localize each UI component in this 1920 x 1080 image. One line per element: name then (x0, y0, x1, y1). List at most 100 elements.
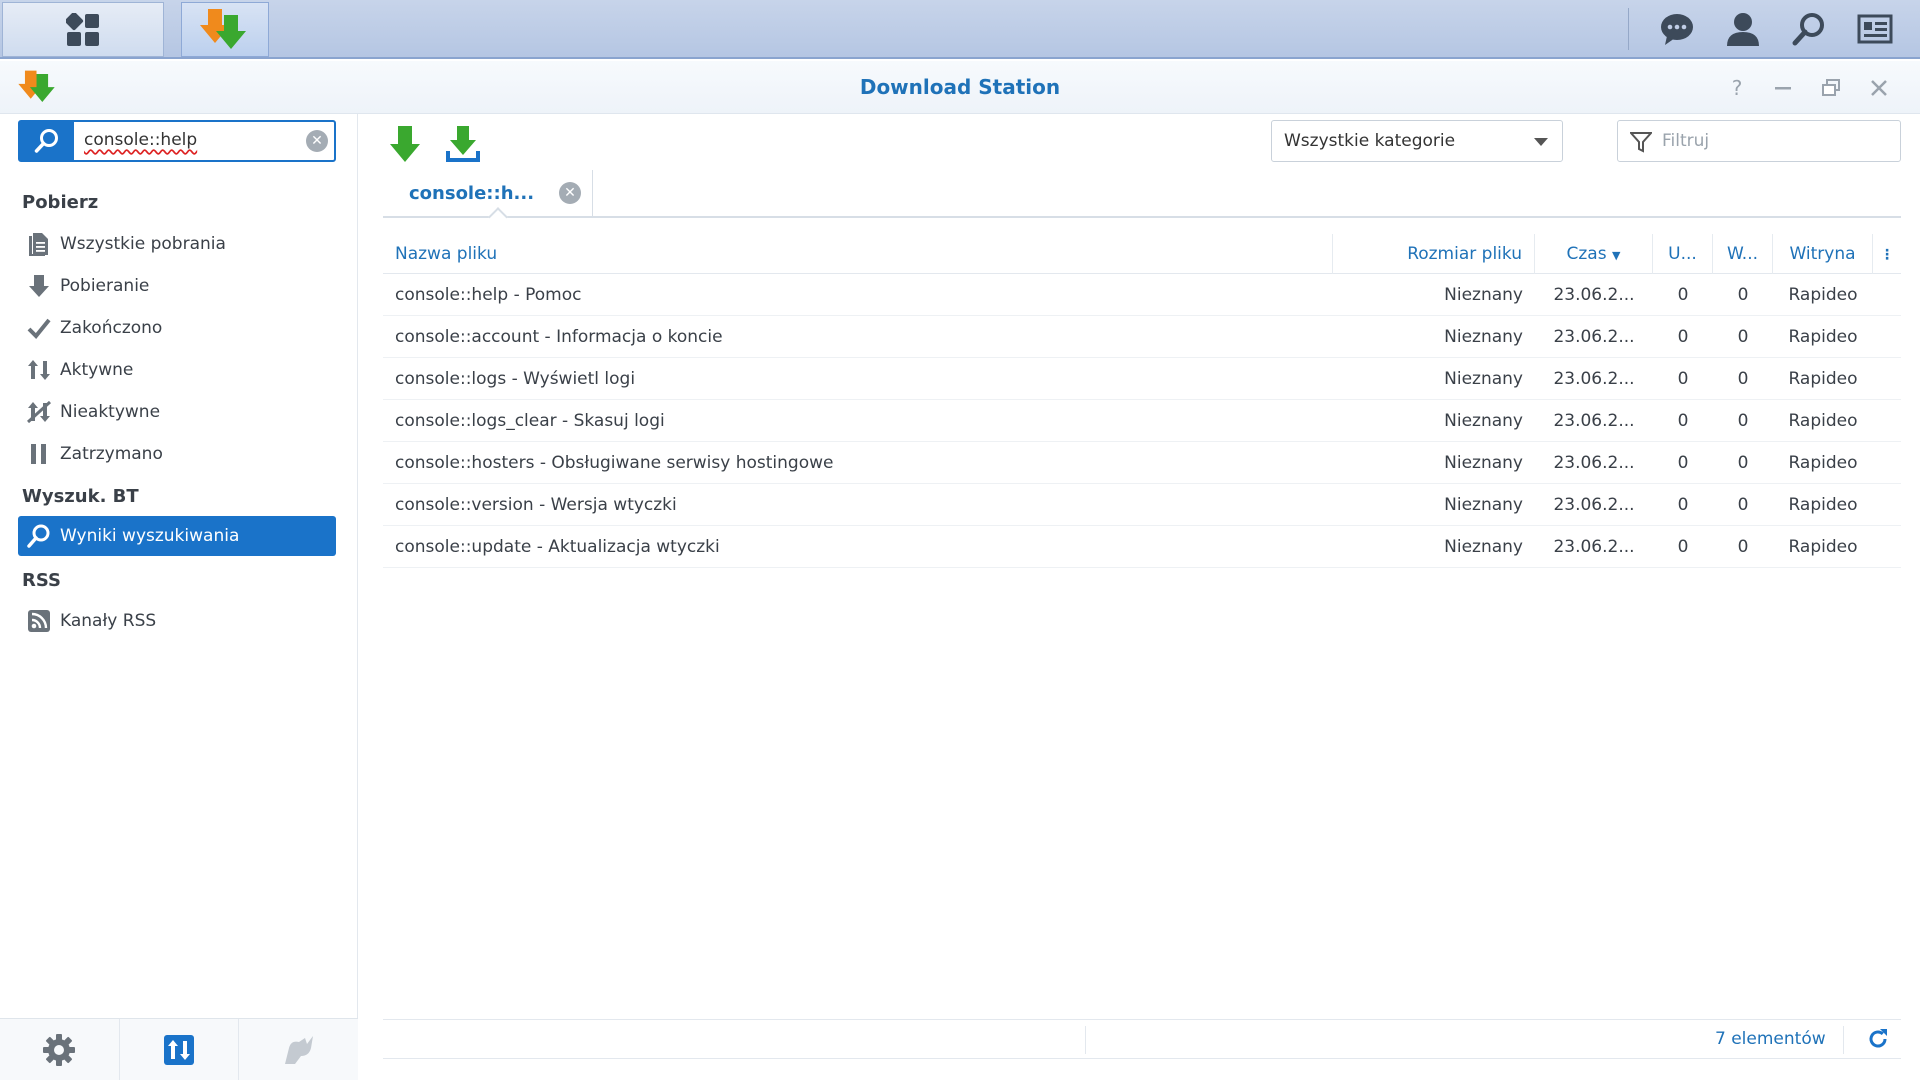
nav-label: Zatrzymano (60, 444, 163, 464)
window-header: Download Station ? (0, 61, 1920, 114)
tab-close-button[interactable]: ✕ (559, 182, 581, 204)
cell-site: Rapideo (1788, 495, 1858, 515)
cell-u: 0 (1677, 327, 1689, 347)
cell-w: 0 (1737, 285, 1749, 305)
nav-paused[interactable]: Zatrzymano (18, 434, 336, 474)
section-bt-search: Wyszuk. BT (22, 486, 139, 507)
add-download-button[interactable] (383, 122, 427, 166)
taskbar-download-station[interactable] (181, 2, 269, 57)
section-download: Pobierz (22, 192, 99, 213)
download-tray-icon (446, 126, 480, 162)
cell-time: 23.06.2... (1553, 369, 1635, 389)
refresh-icon (1869, 1029, 1887, 1048)
cell-u: 0 (1677, 495, 1689, 515)
user-button[interactable] (1718, 8, 1768, 50)
cell-time: 23.06.2... (1553, 327, 1635, 347)
cell-size: Nieznany (1444, 537, 1523, 557)
category-dropdown[interactable]: Wszystkie kategorie (1271, 120, 1563, 162)
rss-icon (18, 609, 60, 633)
nav-active[interactable]: Aktywne (18, 350, 336, 390)
nav-label: Kanały RSS (60, 611, 157, 631)
arrow-down-icon (18, 274, 60, 298)
cell-site: Rapideo (1788, 369, 1858, 389)
cell-site: Rapideo (1788, 453, 1858, 473)
nav-completed[interactable]: Zakończono (18, 308, 336, 348)
download-to-button[interactable] (441, 122, 485, 166)
nav-rss-feeds[interactable]: Kanały RSS (18, 601, 336, 641)
cell-time: 23.06.2... (1553, 411, 1635, 431)
transfer-icon (164, 1034, 194, 1065)
table-row[interactable]: console::update - Aktualizacja wtyczki Ni… (383, 526, 1901, 568)
close-button[interactable] (1866, 75, 1892, 101)
nav-inactive[interactable]: Nieaktywne (18, 392, 336, 432)
results-tabbar: console::h... ✕ (383, 170, 1901, 227)
col-header-site[interactable]: Witryna (1773, 234, 1873, 274)
cell-name: console::logs_clear - Skasuj logi (395, 411, 665, 431)
cell-w: 0 (1737, 537, 1749, 557)
col-header-w[interactable]: W... (1713, 234, 1773, 274)
column-menu-button[interactable]: ⋮ (1873, 234, 1901, 274)
help-button[interactable]: ? (1724, 75, 1750, 101)
restore-icon (1822, 79, 1840, 96)
filter-input[interactable]: Filtruj (1617, 120, 1901, 162)
chat-button[interactable] (1652, 8, 1702, 50)
filter-icon (1628, 131, 1654, 157)
emule-button[interactable] (239, 1019, 358, 1080)
cell-site: Rapideo (1788, 411, 1858, 431)
minimize-button[interactable] (1770, 75, 1796, 101)
search-input[interactable]: console::help (84, 130, 197, 150)
col-header-name[interactable]: Nazwa pliku (383, 234, 1333, 274)
cell-site: Rapideo (1788, 285, 1858, 305)
search-icon (18, 524, 60, 548)
document-icon (18, 232, 60, 256)
status-bar: 7 elementów (383, 1019, 1901, 1059)
widgets-button[interactable] (1850, 8, 1900, 50)
search-clear-button[interactable]: ✕ (306, 130, 328, 152)
table-body: console::help - Pomoc Nieznany 23.06.2... 0… (383, 274, 1901, 568)
cell-w: 0 (1737, 453, 1749, 473)
search-submit-button[interactable] (20, 122, 74, 160)
col-header-time[interactable]: Czas ▼ (1535, 234, 1653, 274)
table-row[interactable]: console::logs - Wyświetl logi Nieznany 23.… (383, 358, 1901, 400)
taskbar-search-button[interactable] (1784, 8, 1834, 50)
tab-label: console::h... (409, 183, 535, 204)
cell-size: Nieznany (1444, 495, 1523, 515)
inactive-icon (18, 400, 60, 424)
maximize-button[interactable] (1818, 75, 1844, 101)
table-row[interactable]: console::help - Pomoc Nieznany 23.06.2... 0… (383, 274, 1901, 316)
transfer-button[interactable] (120, 1019, 240, 1080)
refresh-button[interactable] (1867, 1028, 1889, 1054)
col-header-upload[interactable]: U... (1653, 234, 1713, 274)
nav-downloading[interactable]: Pobieranie (18, 266, 336, 306)
table-row[interactable]: console::version - Wersja wtyczki Nieznan… (383, 484, 1901, 526)
filter-placeholder: Filtruj (1662, 131, 1710, 151)
table-row[interactable]: console::account - Informacja o koncie Ni… (383, 316, 1901, 358)
cell-time: 23.06.2... (1553, 285, 1635, 305)
cell-site: Rapideo (1788, 327, 1858, 347)
cell-time: 23.06.2... (1553, 495, 1635, 515)
main-menu-button[interactable] (2, 2, 164, 57)
taskbar-separator (1628, 8, 1629, 50)
user-icon (1727, 13, 1759, 46)
status-divider (1085, 1026, 1086, 1054)
minimize-icon (1775, 87, 1791, 90)
results-table: Nazwa pliku Rozmiar pliku Czas ▼ U... W.… (383, 234, 1901, 568)
cell-name: console::account - Informacja o koncie (395, 327, 723, 347)
col-header-size[interactable]: Rozmiar pliku (1333, 234, 1535, 274)
nav-search-results[interactable]: Wyniki wyszukiwania (18, 516, 336, 556)
cell-site: Rapideo (1788, 537, 1858, 557)
chevron-down-icon (1534, 138, 1548, 146)
table-row[interactable]: console::logs_clear - Skasuj logi Nieznan… (383, 400, 1901, 442)
cell-time: 23.06.2... (1553, 537, 1635, 557)
nav-all-downloads[interactable]: Wszystkie pobrania (18, 224, 336, 264)
table-row[interactable]: console::hosters - Obsługiwane serwisy h… (383, 442, 1901, 484)
nav-label: Aktywne (60, 360, 134, 380)
settings-button[interactable] (0, 1019, 120, 1080)
nav-label: Wyniki wyszukiwania (60, 526, 240, 546)
sidebar: console::help ✕ Pobierz Wszystkie pobran… (0, 114, 358, 1080)
cell-w: 0 (1737, 495, 1749, 515)
kebab-icon: ⋮ (1880, 247, 1894, 263)
bt-search-box[interactable]: console::help ✕ (18, 120, 336, 162)
results-tab[interactable]: console::h... ✕ (389, 170, 593, 227)
col-header-time-label: Czas (1566, 244, 1607, 264)
